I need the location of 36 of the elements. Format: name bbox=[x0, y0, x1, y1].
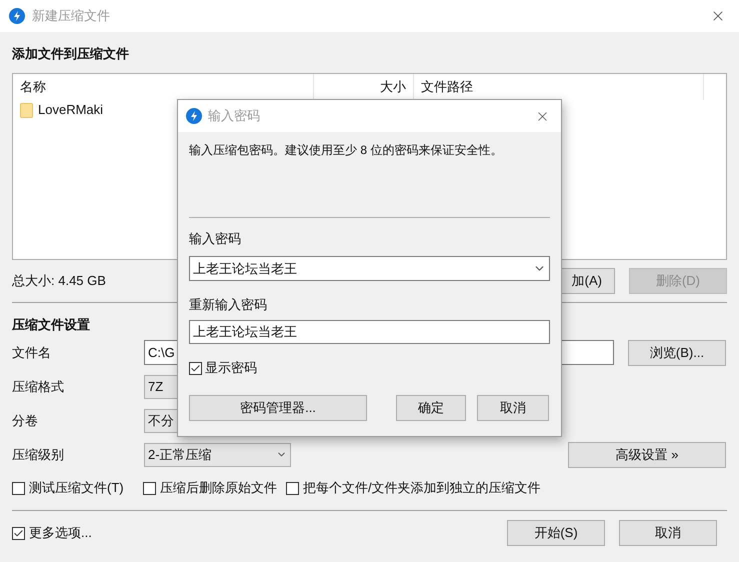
checkbox[interactable] bbox=[286, 482, 299, 494]
field-label: 重新输入密码 bbox=[189, 296, 268, 313]
field-label: 压缩格式 bbox=[12, 378, 65, 396]
password-combobox[interactable]: 上老王论坛当老王 bbox=[189, 256, 550, 281]
checkbox[interactable] bbox=[12, 482, 25, 494]
option-label[interactable]: 更多选项... bbox=[29, 523, 92, 543]
checkbox[interactable] bbox=[189, 362, 202, 374]
button[interactable]: 取消 bbox=[619, 520, 717, 546]
file-name[interactable]: LoveRMaki bbox=[38, 100, 104, 120]
field-label: 压缩级别 bbox=[12, 446, 65, 464]
button[interactable]: 高级设置 » bbox=[568, 442, 726, 468]
field-label: 输入密码 bbox=[189, 230, 242, 247]
section-heading: 添加文件到压缩文件 bbox=[12, 45, 129, 62]
option-label[interactable]: 测试压缩文件(T) bbox=[29, 478, 124, 498]
dialog-message: 输入压缩包密码。建议使用至少 8 位的密码来保证安全性。 bbox=[189, 142, 504, 159]
confirm-password-field[interactable]: 上老王论坛当老王 bbox=[189, 320, 550, 344]
field-label: 文件名 bbox=[12, 344, 52, 362]
checkbox[interactable] bbox=[12, 526, 25, 540]
button[interactable]: 开始(S) bbox=[507, 520, 605, 546]
section-heading: 压缩文件设置 bbox=[12, 316, 90, 333]
total-size: 总大小: 4.45 GB bbox=[12, 272, 107, 290]
dialog-title: 输入密码 bbox=[208, 107, 261, 126]
checkbox[interactable] bbox=[143, 482, 156, 494]
button[interactable]: 取消 bbox=[477, 395, 549, 421]
app-logo-icon bbox=[9, 8, 25, 24]
button[interactable]: 浏览(B)... bbox=[628, 340, 726, 366]
dropdown[interactable]: 2-正常压缩 bbox=[144, 442, 291, 466]
folder-icon bbox=[20, 102, 33, 118]
window-title: 新建压缩文件 bbox=[32, 7, 111, 26]
option-label[interactable]: 显示密码 bbox=[205, 358, 257, 378]
button[interactable]: 密码管理器... bbox=[189, 395, 367, 421]
option-label[interactable]: 压缩后删除原始文件 bbox=[160, 478, 277, 498]
app-logo-icon bbox=[186, 108, 202, 124]
option-label[interactable]: 把每个文件/文件夹添加到独立的压缩文件 bbox=[303, 478, 541, 498]
field-label: 分卷 bbox=[12, 412, 39, 430]
button[interactable]: 确定 bbox=[396, 395, 466, 421]
